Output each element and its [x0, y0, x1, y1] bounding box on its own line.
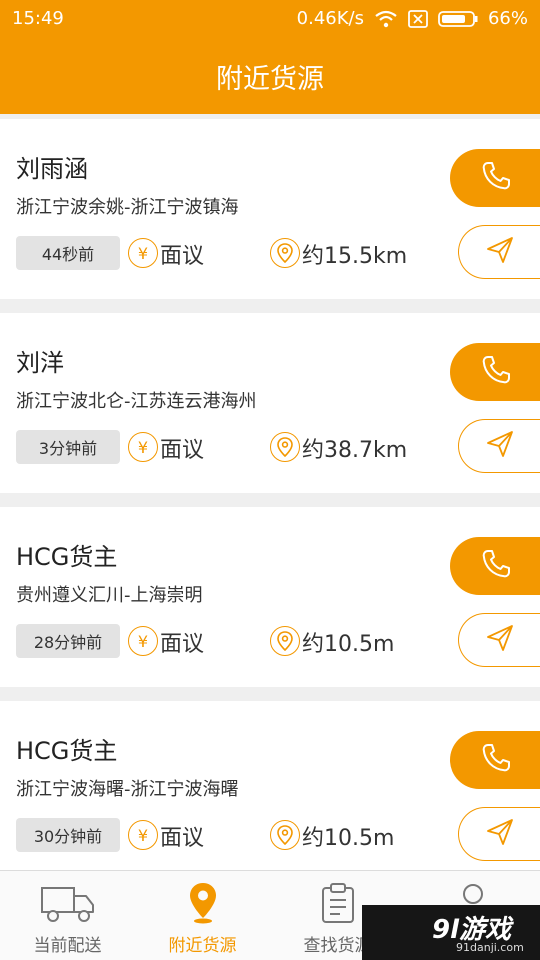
price-label: 面议 [160, 438, 205, 463]
no-sim-icon [408, 9, 428, 28]
cargo-route: 贵州遵义汇川-上海崇明 [16, 585, 203, 606]
status-bar: 15:49 0.46K/s 66% [0, 0, 540, 38]
phone-icon [480, 548, 512, 584]
yuan-icon: ¥ [128, 820, 158, 850]
status-time: 15:49 [12, 8, 64, 29]
cargo-card[interactable]: HCG货主 浙江宁波海曙-浙江宁波海曙 30分钟前 ¥ 面议 约10.5m [0, 701, 540, 881]
network-speed: 0.46K/s [296, 8, 364, 29]
cargo-card[interactable]: 刘洋 浙江宁波北仑-江苏连云港海州 3分钟前 ¥ 面议 约38.7km [0, 313, 540, 493]
price-label: 面议 [160, 632, 205, 657]
battery-icon [438, 10, 478, 28]
cargo-route: 浙江宁波北仑-江苏连云港海州 [16, 391, 257, 412]
navigate-button[interactable] [458, 225, 540, 279]
post-time-badge: 30分钟前 [16, 818, 120, 852]
price-label: 面议 [160, 244, 205, 269]
battery-level: 66% [487, 8, 528, 29]
tab-label: 当前配送 [33, 936, 102, 956]
navigate-button[interactable] [458, 419, 540, 473]
navigate-button[interactable] [458, 613, 540, 667]
send-arrow-icon [485, 817, 515, 851]
location-pin-icon [187, 881, 219, 925]
title-bar: 附近货源 [0, 38, 540, 114]
cargo-route: 浙江宁波海曙-浙江宁波海曙 [16, 779, 239, 800]
yuan-icon: ¥ [128, 238, 158, 268]
location-pin-icon [270, 432, 300, 462]
cargo-card[interactable]: 刘雨涵 浙江宁波余姚-浙江宁波镇海 44秒前 ¥ 面议 约15.5km [0, 119, 540, 299]
post-time-badge: 44秒前 [16, 236, 120, 270]
location-pin-icon [270, 820, 300, 850]
location-pin-icon [270, 626, 300, 656]
tab-current-delivery[interactable]: 当前配送 [0, 871, 135, 960]
watermark-url: 91danji.com [456, 941, 524, 954]
tab-nearby-cargo[interactable]: 附近货源 [135, 871, 270, 960]
navigate-button[interactable] [458, 807, 540, 861]
shipper-name: 刘雨涵 [16, 155, 88, 183]
cargo-route: 浙江宁波余姚-浙江宁波镇海 [16, 197, 239, 218]
price-label: 面议 [160, 826, 205, 851]
phone-icon [480, 742, 512, 778]
phone-icon [480, 354, 512, 390]
send-arrow-icon [485, 623, 515, 657]
shipper-name: HCG货主 [16, 543, 118, 571]
status-right: 0.46K/s 66% [297, 8, 528, 29]
call-button[interactable] [450, 149, 540, 207]
clipboard-icon [320, 881, 356, 925]
call-button[interactable] [450, 731, 540, 789]
page-title: 附近货源 [216, 63, 324, 95]
truck-icon [40, 881, 96, 925]
call-button[interactable] [450, 343, 540, 401]
post-time-badge: 28分钟前 [16, 624, 120, 658]
shipper-name: 刘洋 [16, 349, 64, 377]
tab-label: 附近货源 [168, 936, 237, 956]
distance-label: 约10.5m [302, 826, 395, 851]
yuan-icon: ¥ [128, 626, 158, 656]
yuan-icon: ¥ [128, 432, 158, 462]
call-button[interactable] [450, 537, 540, 595]
send-arrow-icon [485, 429, 515, 463]
send-arrow-icon [485, 235, 515, 269]
location-pin-icon [270, 238, 300, 268]
distance-label: 约38.7km [302, 438, 408, 463]
wifi-icon [374, 10, 398, 28]
post-time-badge: 3分钟前 [16, 430, 120, 464]
site-watermark: 9l游戏 91danji.com [362, 905, 540, 960]
shipper-name: HCG货主 [16, 737, 118, 765]
phone-icon [480, 160, 512, 196]
cargo-card[interactable]: HCG货主 贵州遵义汇川-上海崇明 28分钟前 ¥ 面议 约10.5m [0, 507, 540, 687]
distance-label: 约15.5km [302, 244, 408, 269]
distance-label: 约10.5m [302, 632, 395, 657]
